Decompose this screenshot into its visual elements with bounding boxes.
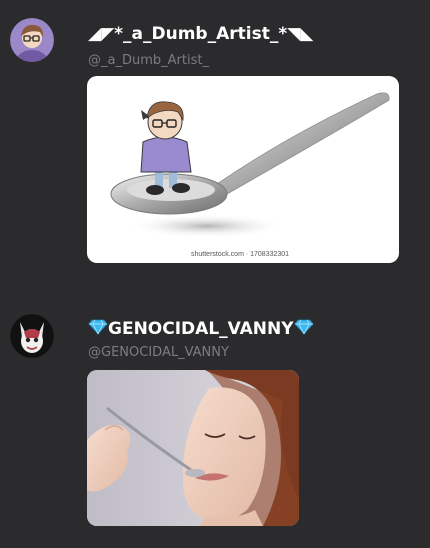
author-name-text: GENOCIDAL_VANNY (108, 319, 294, 339)
cartoon-character-avatar-icon (10, 18, 54, 62)
gem-icon (88, 319, 108, 340)
user-avatar[interactable] (10, 18, 54, 62)
user-avatar[interactable] (10, 314, 54, 358)
author-handle[interactable]: @GENOCIDAL_VANNY (88, 345, 229, 360)
author-name[interactable]: ◢◤*_a_Dumb_Artist_*◥◣ (88, 24, 313, 44)
woman-tasting-from-spoon-image-icon (87, 370, 299, 526)
post-image[interactable] (87, 370, 299, 526)
cartoon-character-on-spoon-image-icon (110, 92, 390, 238)
vanny-mask-avatar-icon (10, 314, 54, 358)
image-watermark: shutterstock.com · 1708332301 (191, 251, 290, 258)
gem-icon (294, 319, 314, 340)
author-name[interactable]: GENOCIDAL_VANNY (88, 319, 314, 340)
author-handle[interactable]: @_a_Dumb_Artist_ (88, 53, 209, 68)
post-image[interactable]: shutterstock.com · 1708332301 (87, 76, 399, 263)
